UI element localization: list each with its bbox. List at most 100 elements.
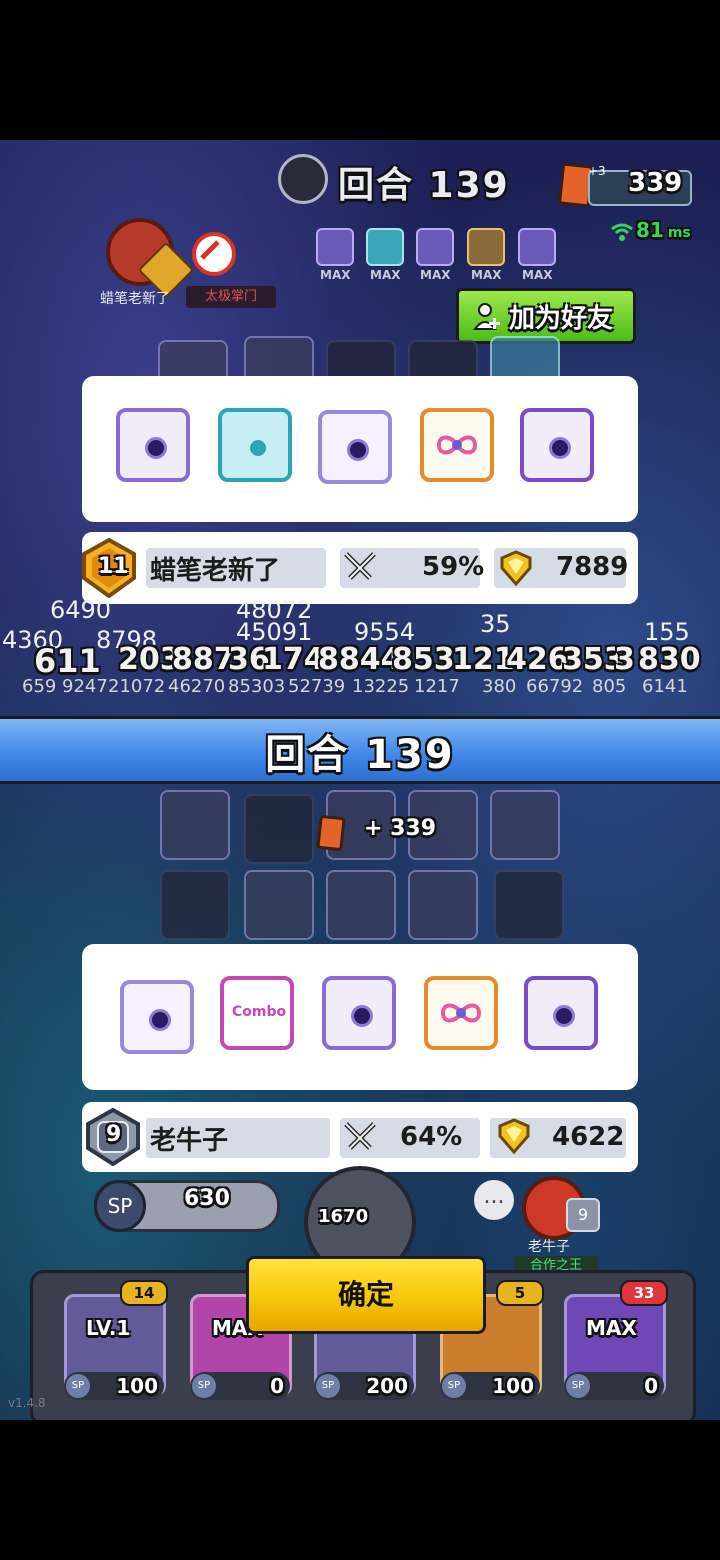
board-cell [408, 870, 478, 940]
gold-counter: 339 [628, 168, 683, 198]
sp-icon: SP [66, 1374, 90, 1398]
top-rank-number: 11 [98, 554, 129, 579]
card-icon [316, 814, 346, 852]
ice-dice-icon [218, 408, 292, 482]
rank-badge-icon: 9 [84, 1107, 142, 1167]
damage-number: 805 [592, 676, 627, 697]
damage-number: 887 [172, 642, 235, 677]
slot-cost: 0 [644, 1374, 658, 1398]
max-label: MAX [522, 268, 553, 282]
sp-icon: SP [192, 1374, 216, 1398]
slot-cost: 100 [116, 1374, 158, 1398]
slot-count-badge: 5 [496, 1280, 544, 1306]
ping-value: 81 [636, 218, 664, 242]
slot-cost: 100 [492, 1374, 534, 1398]
top-win-rate: 59% [422, 552, 485, 582]
damage-number: 9247 [62, 676, 108, 697]
bottom-win-rate: 64% [400, 1122, 463, 1152]
max-label: MAX [420, 268, 451, 282]
board-cell [160, 870, 230, 940]
board-cell [494, 870, 564, 940]
eye-dice-icon [322, 976, 396, 1050]
eye-dice-icon [116, 408, 190, 482]
add-friend-label: 加为好友 [509, 303, 614, 334]
sp-icon: SP [442, 1374, 466, 1398]
damage-number: 853 [392, 642, 455, 677]
arcane-dice-icon [520, 408, 594, 482]
slot-cost: 200 [366, 1374, 408, 1398]
combo-dice-icon: Combo [220, 976, 294, 1050]
add-user-icon [473, 301, 503, 331]
lion-emblem-icon [278, 154, 328, 204]
sp-icon: SP [316, 1374, 340, 1398]
version-label: v1.4.8 [8, 1396, 46, 1410]
damage-number: 380 [482, 676, 517, 697]
slot-cost: 0 [270, 1374, 284, 1398]
infinity-dice-icon [424, 976, 498, 1050]
damage-number: 1217 [414, 676, 460, 697]
ping-readout: 81 ms [636, 218, 691, 242]
crack-dice-icon [120, 980, 194, 1054]
wifi-icon [610, 222, 634, 247]
ping-unit: ms [667, 225, 691, 241]
top-trophies: 7889 [556, 552, 629, 582]
damage-number: 174 [262, 642, 325, 677]
board-cell [244, 794, 314, 864]
damage-number: 85303 [228, 676, 286, 697]
damage-number: 6490 [50, 596, 112, 624]
damage-number: 35 [480, 610, 511, 638]
top-player-title: 太极掌门 [186, 286, 276, 308]
round-banner-text: 回合 139 [265, 732, 455, 778]
round-counter: 回合 139 [338, 165, 510, 206]
damage-number: 611 [34, 642, 101, 680]
bottom-result-name: 老牛子 [150, 1126, 229, 1156]
trophy-icon [494, 1116, 534, 1160]
confirm-button[interactable]: 确定 [246, 1256, 486, 1334]
trophy-icon [496, 548, 536, 592]
sp-icon: SP [94, 1180, 146, 1232]
bottom-rank-number: 9 [106, 1122, 122, 1147]
game-screen: 回合 139 +3 339 81 ms 蜡笔老新了 太极掌门 MAX MAX MA… [0, 140, 720, 1420]
opponent-level: 9 [566, 1198, 600, 1232]
crossed-swords-icon [342, 1120, 378, 1160]
board-cell [326, 870, 396, 940]
board-cell [244, 870, 314, 940]
max-label: MAX [370, 268, 401, 282]
slot-level: LV.1 [86, 1316, 131, 1340]
max-label: MAX [320, 268, 351, 282]
sp-value: 630 [184, 1186, 230, 1211]
slot-count-badge: 14 [120, 1280, 168, 1306]
max-dice-icon [467, 228, 505, 266]
damage-number: 426 [506, 642, 569, 677]
infinity-dice-icon [420, 408, 494, 482]
damage-number: 52739 [288, 676, 346, 697]
damage-number: 13225 [352, 676, 410, 697]
damage-number: 3 [614, 642, 635, 677]
gold-plus-label: +3 [588, 164, 606, 178]
deck-slot[interactable]: LV.1 14 SP 100 [56, 1280, 168, 1404]
damage-number: 46270 [168, 676, 226, 697]
bottom-trophies: 4622 [552, 1122, 625, 1152]
slot-count-badge: 33 [620, 1280, 668, 1306]
damage-number: 21072 [108, 676, 166, 697]
damage-number: 8844 [318, 642, 402, 677]
top-result-name: 蜡笔老新了 [150, 556, 281, 586]
damage-number: 659 [22, 676, 57, 697]
max-dice-icon [366, 228, 404, 266]
board-cell [490, 790, 560, 860]
chat-button[interactable]: ... [474, 1180, 514, 1220]
max-dice-icon [518, 228, 556, 266]
deck-slot[interactable]: MAX 33 SP 0 [556, 1280, 668, 1404]
board-cell [160, 790, 230, 860]
slot-level: MAX [586, 1316, 637, 1340]
block-icon[interactable] [192, 232, 236, 276]
reward-text: + 339 [364, 816, 437, 841]
rank-badge-icon: 11 [80, 537, 138, 599]
crossed-swords-icon [342, 550, 378, 590]
crack-dice-icon [318, 410, 392, 484]
sp-icon: SP [566, 1374, 590, 1398]
max-dice-icon [416, 228, 454, 266]
arcane-dice-icon [524, 976, 598, 1050]
max-dice-icon [316, 228, 354, 266]
opponent-name: 老牛子 [528, 1239, 570, 1255]
